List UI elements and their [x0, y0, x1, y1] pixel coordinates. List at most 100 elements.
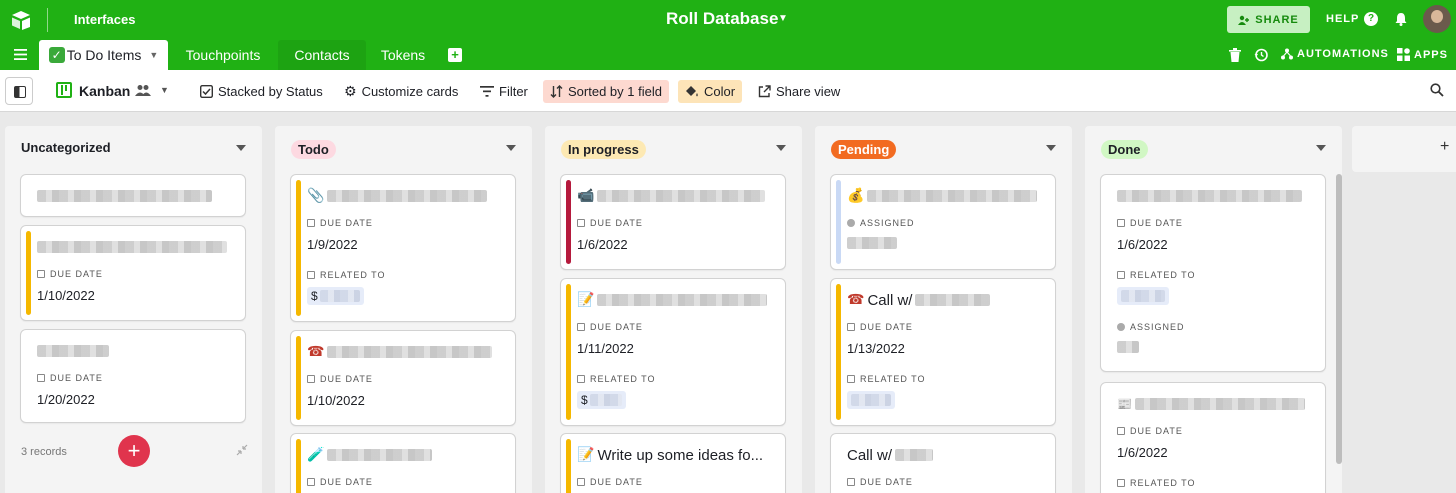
tab-to-do-items[interactable]: ✓ To Do Items ▼	[39, 40, 168, 70]
status-color-bar	[26, 231, 31, 315]
related-record-chip[interactable]: $	[577, 391, 626, 409]
record-card[interactable]	[20, 174, 246, 217]
record-card[interactable]: DUE DATE 1/10/2022	[20, 225, 246, 321]
calendar-icon	[307, 375, 315, 383]
test-tube-icon: 🧪	[307, 447, 325, 463]
add-stack-button[interactable]: +	[1352, 126, 1456, 172]
column-uncategorized: Uncategorized DUE DATE 1/10/2022 DUE DAT…	[5, 126, 262, 493]
status-pill: Done	[1101, 140, 1148, 159]
database-title[interactable]: Roll Database	[666, 9, 778, 29]
chevron-down-icon[interactable]	[506, 145, 516, 151]
interfaces-link[interactable]: Interfaces	[74, 12, 135, 27]
record-card[interactable]: 📹 DUE DATE 1/6/2022	[560, 174, 786, 270]
field-label: DUE DATE	[307, 218, 373, 228]
column-title[interactable]: In progress	[561, 140, 646, 159]
user-icon	[847, 219, 855, 227]
share-button[interactable]: SHARE	[1227, 6, 1310, 33]
card-title-redacted: 📝	[577, 291, 775, 309]
link-icon	[1117, 271, 1125, 279]
help-link[interactable]: HELP	[1326, 13, 1359, 25]
bell-icon[interactable]	[1393, 11, 1409, 27]
chevron-down-icon[interactable]	[1046, 145, 1056, 151]
chevron-down-icon[interactable]	[1316, 145, 1326, 151]
tab-touchpoints[interactable]: Touchpoints	[168, 40, 278, 70]
field-label: RELATED TO	[1117, 478, 1196, 488]
chevron-down-icon[interactable]	[776, 145, 786, 151]
add-table-icon[interactable]: +	[448, 48, 462, 62]
record-card[interactable]: Call w/ DUE DATE	[830, 433, 1056, 493]
card-title-redacted: ☎	[307, 343, 505, 361]
user-icon	[1117, 323, 1125, 331]
related-record-chip[interactable]	[1117, 287, 1169, 305]
view-name[interactable]: Kanban	[79, 83, 130, 99]
airtable-logo-icon[interactable]	[10, 9, 32, 31]
memo-icon: 📝	[577, 292, 595, 308]
column-title[interactable]: Uncategorized	[21, 140, 111, 155]
column-title[interactable]: Todo	[291, 140, 336, 159]
collaborators-icon[interactable]	[135, 84, 151, 96]
column-in-progress: In progress 📹 DUE DATE 1/6/2022 📝 DUE DA…	[545, 126, 802, 493]
card-title-redacted: 📹	[577, 187, 775, 205]
status-color-bar	[296, 180, 301, 316]
automations-button[interactable]: AUTOMATIONS	[1281, 48, 1389, 60]
share-view-button[interactable]: Share view	[754, 80, 844, 103]
column-scrollbar[interactable]	[1336, 174, 1342, 464]
apps-button[interactable]: APPS	[1397, 48, 1448, 61]
chevron-down-icon[interactable]: ▼	[778, 13, 788, 24]
external-link-icon	[758, 85, 771, 98]
record-card[interactable]: 📰 DUE DATE 1/6/2022 RELATED TO	[1100, 382, 1326, 493]
record-card[interactable]: 📎 DUE DATE 1/9/2022 RELATED TO $	[290, 174, 516, 322]
status-color-bar	[566, 439, 571, 493]
related-record-chip[interactable]	[847, 391, 895, 409]
trash-icon[interactable]	[1229, 48, 1241, 62]
assigned-value-redacted	[1117, 341, 1139, 356]
history-icon[interactable]	[1254, 48, 1268, 62]
record-card[interactable]: 🧪 DUE DATE	[290, 433, 516, 493]
automations-label: AUTOMATIONS	[1297, 48, 1389, 60]
help-icon[interactable]: ?	[1364, 12, 1378, 26]
link-icon	[847, 375, 855, 383]
field-label: DUE DATE	[847, 477, 913, 487]
record-card[interactable]: 📝 DUE DATE 1/11/2022 RELATED TO $	[560, 278, 786, 426]
table-tab-bar: ✓ To Do Items ▼ Touchpoints Contacts Tok…	[0, 40, 1456, 70]
chevron-down-icon[interactable]	[236, 145, 246, 151]
stacked-by-status-button[interactable]: Stacked by Status	[196, 80, 327, 103]
card-title-redacted: 💰	[847, 187, 1045, 205]
sorted-label: Sorted by 1 field	[568, 84, 662, 99]
tab-tokens[interactable]: Tokens	[366, 40, 440, 70]
calendar-icon	[1117, 219, 1125, 227]
status-color-bar	[566, 180, 571, 264]
related-record-chip[interactable]: $	[307, 287, 364, 305]
chevron-down-icon[interactable]: ▼	[149, 50, 158, 60]
search-icon[interactable]	[1430, 83, 1444, 97]
tab-contacts[interactable]: Contacts	[278, 40, 366, 70]
column-title[interactable]: Done	[1101, 140, 1148, 159]
top-bar: Interfaces Roll Database ▼ SHARE HELP ?	[0, 0, 1456, 40]
calendar-icon	[847, 323, 855, 331]
record-card[interactable]: 💰 ASSIGNED	[830, 174, 1056, 270]
record-card[interactable]: ☎ DUE DATE 1/10/2022	[290, 330, 516, 426]
share-view-label: Share view	[776, 84, 841, 99]
column-title[interactable]: Pending	[831, 140, 897, 159]
status-pill: Pending	[831, 140, 897, 159]
camera-icon: 📹	[577, 188, 595, 204]
telephone-icon: ☎	[847, 292, 865, 308]
card-title: 📝 Write up some ideas fo...	[577, 446, 764, 464]
plus-icon: +	[1440, 138, 1450, 155]
add-record-button[interactable]: +	[118, 435, 150, 467]
color-button[interactable]: Color	[678, 80, 743, 103]
avatar[interactable]	[1423, 5, 1451, 33]
field-label: RELATED TO	[847, 374, 926, 384]
sidebar-toggle-button[interactable]	[5, 77, 33, 105]
customize-cards-button[interactable]: ⚙ Customize cards	[340, 80, 462, 103]
record-card[interactable]: DUE DATE 1/6/2022 RELATED TO ASSIGNED	[1100, 174, 1326, 372]
record-card[interactable]: 📝 Write up some ideas fo... DUE DATE	[560, 433, 786, 493]
collapse-icon[interactable]	[236, 444, 248, 456]
record-card[interactable]: ☎ Call w/ DUE DATE 1/13/2022 RELATED TO	[830, 278, 1056, 426]
chevron-down-icon[interactable]: ▼	[160, 85, 169, 95]
filter-button[interactable]: Filter	[476, 80, 532, 103]
record-card[interactable]: DUE DATE 1/20/2022	[20, 329, 246, 423]
due-date-value: 1/13/2022	[847, 341, 905, 356]
sort-button[interactable]: Sorted by 1 field	[543, 80, 669, 103]
menu-icon[interactable]	[14, 49, 27, 60]
